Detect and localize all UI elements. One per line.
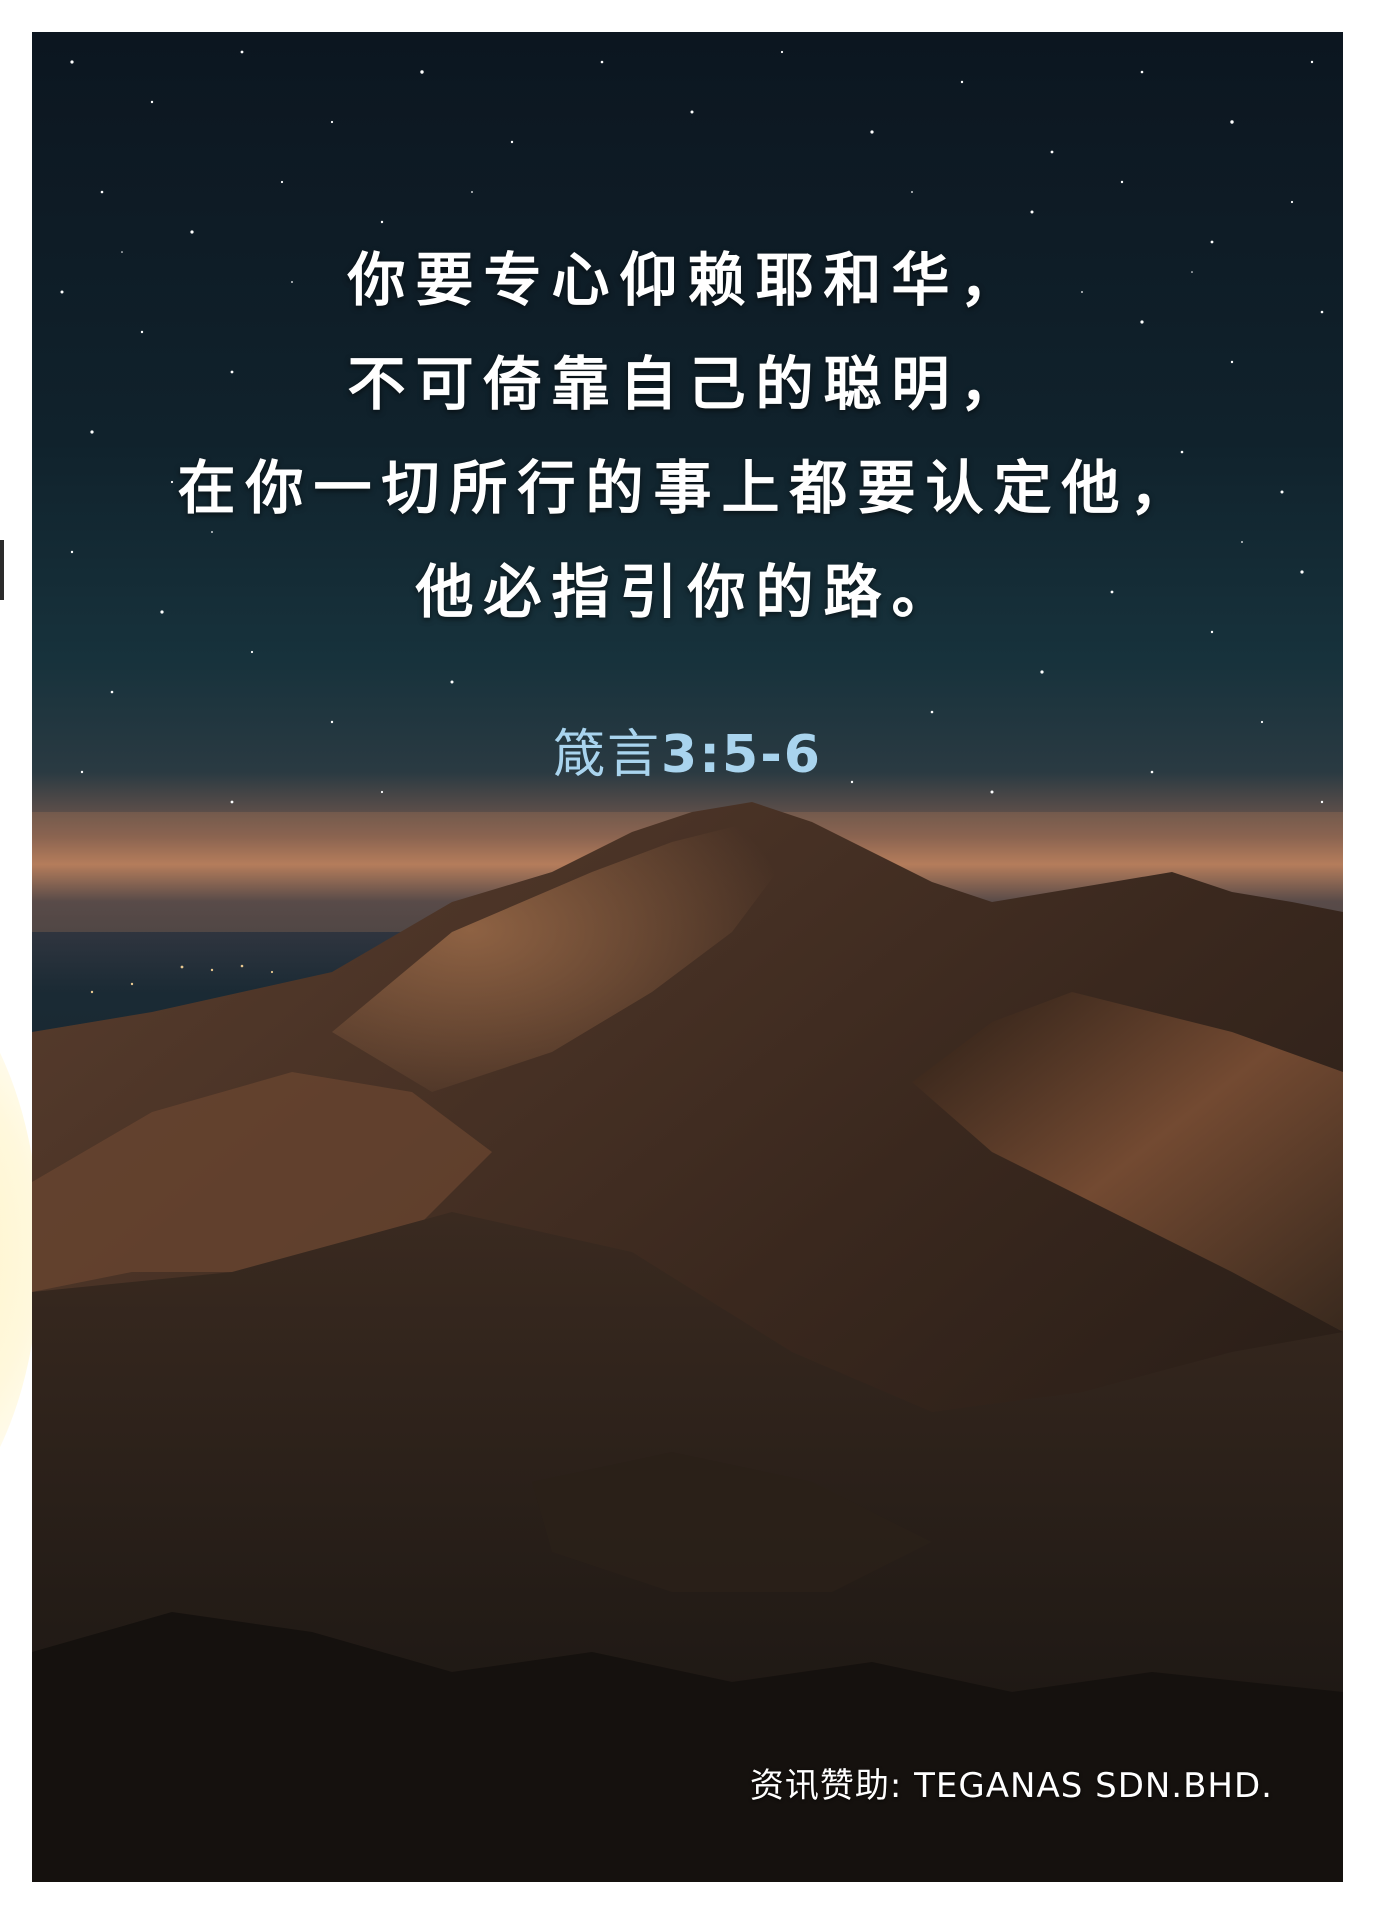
verse-text: 你要专心仰赖耶和华， 不可倚靠自己的聪明， 在你一切所行的事上都要认定他， 他必…	[32, 228, 1343, 644]
reference-book: 箴言	[553, 725, 662, 785]
reference-chapter-verse: 3:5-6	[661, 725, 822, 785]
verse-line: 你要专心仰赖耶和华，	[347, 246, 1028, 314]
sponsor-credit: 资讯赞助: TEGANAS SDN.BHD.	[749, 1766, 1273, 1806]
scripture-poster: 你要专心仰赖耶和华， 不可倚靠自己的聪明， 在你一切所行的事上都要认定他， 他必…	[32, 32, 1343, 1882]
left-edge-mark	[0, 540, 4, 600]
page: 你要专心仰赖耶和华， 不可倚靠自己的聪明， 在你一切所行的事上都要认定他， 他必…	[0, 0, 1375, 1920]
verse-line: 他必指引你的路。	[415, 558, 960, 626]
verse-line: 在你一切所行的事上都要认定他，	[177, 454, 1198, 522]
verse-line: 不可倚靠自己的聪明，	[347, 350, 1028, 418]
verse-reference: 箴言3:5-6	[32, 712, 1343, 787]
